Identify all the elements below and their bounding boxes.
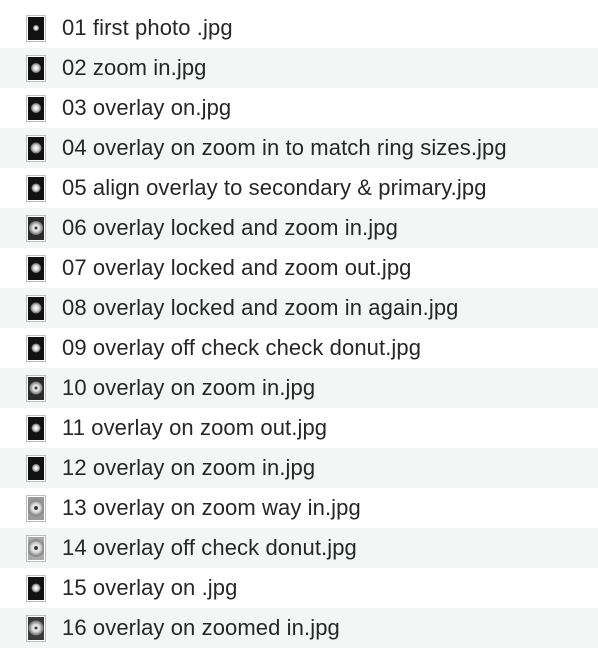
file-row[interactable]: 06 overlay locked and zoom in.jpg xyxy=(0,208,598,248)
file-row[interactable]: 09 overlay off check check donut.jpg xyxy=(0,328,598,368)
photo-thumbnail-icon xyxy=(26,414,46,442)
file-row[interactable]: 15 overlay on .jpg xyxy=(0,568,598,608)
file-row[interactable]: 11 overlay on zoom out.jpg xyxy=(0,408,598,448)
file-row[interactable]: 16 overlay on zoomed in.jpg xyxy=(0,608,598,648)
photo-thumbnail-icon xyxy=(26,14,46,42)
file-name: 11 overlay on zoom out.jpg xyxy=(62,415,328,440)
file-name: 05 align overlay to secondary & primary.… xyxy=(62,175,487,200)
photo-thumbnail-icon xyxy=(26,614,46,642)
photo-thumbnail-icon xyxy=(26,534,46,562)
file-name: 07 overlay locked and zoom out.jpg xyxy=(62,255,412,280)
file-name: 02 zoom in.jpg xyxy=(62,55,207,80)
file-name: 01 first photo .jpg xyxy=(62,15,233,40)
photo-thumbnail-icon xyxy=(26,294,46,322)
file-name: 08 overlay locked and zoom in again.jpg xyxy=(62,295,459,320)
photo-thumbnail-icon xyxy=(26,494,46,522)
photo-thumbnail-icon xyxy=(26,334,46,362)
photo-thumbnail-icon xyxy=(26,454,46,482)
file-row[interactable]: 04 overlay on zoom in to match ring size… xyxy=(0,128,598,168)
photo-thumbnail-icon xyxy=(26,134,46,162)
file-name: 09 overlay off check check donut.jpg xyxy=(62,335,422,360)
file-row[interactable]: 08 overlay locked and zoom in again.jpg xyxy=(0,288,598,328)
file-row[interactable]: 02 zoom in.jpg xyxy=(0,48,598,88)
file-name: 03 overlay on.jpg xyxy=(62,95,232,120)
photo-thumbnail-icon xyxy=(26,54,46,82)
file-row[interactable]: 10 overlay on zoom in.jpg xyxy=(0,368,598,408)
photo-thumbnail-icon xyxy=(26,374,46,402)
file-row[interactable]: 07 overlay locked and zoom out.jpg xyxy=(0,248,598,288)
file-row[interactable]: 01 first photo .jpg xyxy=(0,8,598,48)
file-name: 04 overlay on zoom in to match ring size… xyxy=(62,135,507,160)
file-name: 13 overlay on zoom way in.jpg xyxy=(62,495,361,520)
photo-thumbnail-icon xyxy=(26,94,46,122)
file-name: 12 overlay on zoom in.jpg xyxy=(62,455,316,480)
file-name: 06 overlay locked and zoom in.jpg xyxy=(62,215,398,240)
file-row[interactable]: 03 overlay on.jpg xyxy=(0,88,598,128)
file-name: 16 overlay on zoomed in.jpg xyxy=(62,615,340,640)
photo-thumbnail-icon xyxy=(26,214,46,242)
photo-thumbnail-icon xyxy=(26,574,46,602)
photo-thumbnail-icon xyxy=(26,174,46,202)
file-row[interactable]: 12 overlay on zoom in.jpg xyxy=(0,448,598,488)
file-row[interactable]: 13 overlay on zoom way in.jpg xyxy=(0,488,598,528)
file-row[interactable]: 05 align overlay to secondary & primary.… xyxy=(0,168,598,208)
file-name: 14 overlay off check donut.jpg xyxy=(62,535,357,560)
file-name: 10 overlay on zoom in.jpg xyxy=(62,375,316,400)
file-row[interactable]: 14 overlay off check donut.jpg xyxy=(0,528,598,568)
file-list: 01 first photo .jpg 02 zoom in.jpg 03 ov… xyxy=(0,0,598,652)
file-name: 15 overlay on .jpg xyxy=(62,575,238,600)
photo-thumbnail-icon xyxy=(26,254,46,282)
